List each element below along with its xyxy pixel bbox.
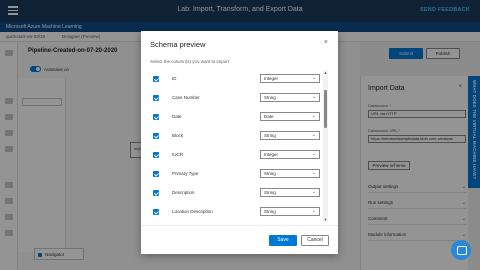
column-type-select[interactable]: String ⌄ [260, 131, 320, 140]
column-checkbox[interactable] [153, 76, 159, 82]
chevron-down-icon: ⌄ [311, 208, 316, 214]
scroll-up-icon[interactable]: ▲ [323, 70, 328, 75]
column-row: Location Description String ⌄ [150, 203, 325, 222]
chevron-down-icon: ⌄ [311, 94, 316, 100]
column-row: Description String ⌄ [150, 184, 325, 203]
chevron-down-icon: ⌄ [311, 189, 316, 195]
column-checkbox[interactable] [153, 209, 159, 215]
column-checkbox[interactable] [153, 190, 159, 196]
column-type-select[interactable]: String ⌄ [260, 188, 320, 197]
column-type-select[interactable]: Integer ⌄ [260, 74, 320, 83]
schema-preview-dialog: Schema preview × Select the column(s) yo… [141, 31, 338, 254]
column-checkbox[interactable] [153, 114, 159, 120]
chevron-down-icon: ⌄ [311, 113, 316, 119]
column-type-select[interactable]: Date ⌄ [260, 112, 320, 121]
column-row: IUCR Integer ⌄ [150, 146, 325, 165]
column-checkbox[interactable] [153, 152, 159, 158]
column-checkbox[interactable] [153, 95, 159, 101]
column-list-scrollbar[interactable]: ▲ ▼ [323, 70, 328, 222]
save-button[interactable]: Save [269, 235, 297, 246]
column-name: ID [172, 76, 177, 81]
scroll-down-icon[interactable]: ▼ [323, 217, 328, 222]
column-row: Case Number String ⌄ [150, 89, 325, 108]
cancel-button[interactable]: Cancel [301, 235, 329, 246]
column-name: Block [172, 133, 184, 138]
dialog-instruction: Select the column(s) you want to import [150, 59, 230, 64]
chevron-down-icon: ⌄ [311, 151, 316, 157]
chevron-down-icon: ⌄ [311, 132, 316, 138]
dialog-divider [141, 225, 338, 226]
dialog-title: Schema preview [150, 40, 206, 49]
column-name: Location Description [172, 209, 213, 214]
column-name: Description [172, 190, 195, 195]
scroll-thumb[interactable] [324, 90, 327, 128]
column-list: ID Integer ⌄ Case Number String ⌄ Date Dat… [150, 70, 335, 224]
column-name: Primary Type [172, 171, 199, 176]
column-row: Date Date ⌄ [150, 108, 325, 127]
column-row: Primary Type String ⌄ [150, 165, 325, 184]
chat-help-icon[interactable] [451, 240, 471, 260]
column-type-select[interactable]: String ⌄ [260, 207, 320, 216]
column-row: Block String ⌄ [150, 127, 325, 146]
column-name: Date [172, 114, 182, 119]
column-name: IUCR [172, 152, 183, 157]
chevron-down-icon: ⌄ [311, 170, 316, 176]
chevron-down-icon: ⌄ [311, 75, 316, 81]
column-checkbox[interactable] [153, 133, 159, 139]
column-name: Case Number [172, 95, 200, 100]
column-type-select[interactable]: String ⌄ [260, 93, 320, 102]
column-checkbox[interactable] [153, 171, 159, 177]
column-row: ID Integer ⌄ [150, 70, 325, 89]
close-icon[interactable]: × [324, 39, 328, 46]
column-type-select[interactable]: String ⌄ [260, 169, 320, 178]
column-type-select[interactable]: Integer ⌄ [260, 150, 320, 159]
